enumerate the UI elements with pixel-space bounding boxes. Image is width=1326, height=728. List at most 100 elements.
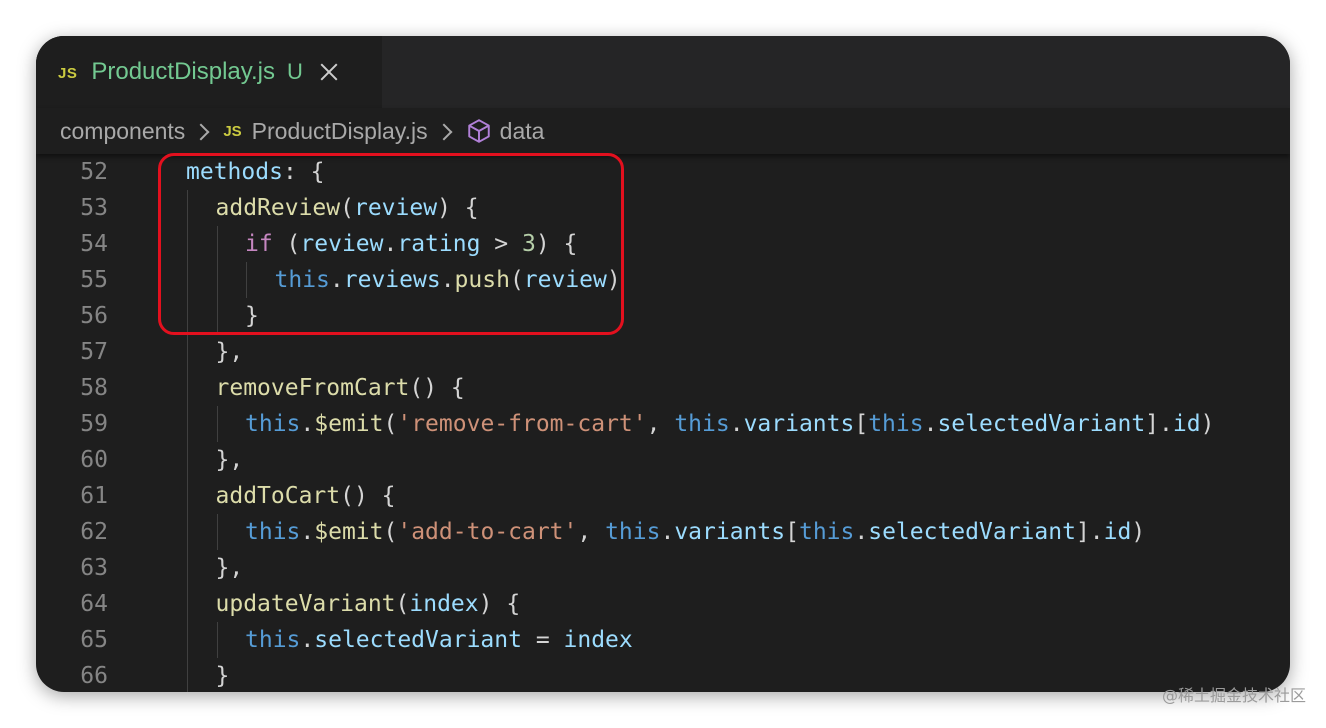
code-line[interactable]: 65 this.selectedVariant = index <box>36 622 1290 658</box>
line-number: 57 <box>80 339 108 365</box>
code-line[interactable]: 64 updateVariant(index) { <box>36 586 1290 622</box>
code-line[interactable]: 58 removeFromCart() { <box>36 370 1290 406</box>
indent-guide <box>187 190 188 226</box>
code-token: ) { <box>478 591 521 617</box>
code-token: . <box>300 411 315 437</box>
code-token: this <box>674 411 730 437</box>
code-token: }, <box>215 447 244 473</box>
code-token: removeFromCart <box>215 375 410 401</box>
code-line[interactable]: 62 this.$emit('add-to-cart', this.variant… <box>36 514 1290 550</box>
line-number: 53 <box>80 195 108 221</box>
code-text: }, <box>216 334 244 370</box>
tab-product-display[interactable]: JS ProductDisplay.js U <box>36 36 382 108</box>
code-token: updateVariant <box>215 591 396 617</box>
code-token: this <box>868 411 924 437</box>
code-line[interactable]: 54 if (review.rating > 3) { <box>36 226 1290 262</box>
line-number: 60 <box>80 447 108 473</box>
code-token: ) <box>1131 519 1146 545</box>
line-number: 56 <box>80 303 108 329</box>
code-token: ( <box>340 195 354 221</box>
code-token: , <box>577 519 606 545</box>
indent-guide <box>187 550 188 586</box>
code-editor[interactable]: 52 methods: {53 addReview(review) {54 if (r… <box>36 154 1290 692</box>
close-icon[interactable] <box>319 62 339 82</box>
line-number: 55 <box>80 267 108 293</box>
code-token: addReview <box>215 195 341 221</box>
code-token: rating <box>397 231 481 257</box>
code-token: 'remove-from-cart' <box>397 411 647 437</box>
code-token: this <box>274 267 330 293</box>
code-line[interactable]: 66} <box>36 658 1290 692</box>
code-token: if <box>245 231 273 257</box>
breadcrumb-file[interactable]: ProductDisplay.js <box>252 118 428 145</box>
code-text: addToCart() { <box>216 478 396 514</box>
line-number: 65 <box>80 627 108 653</box>
code-token: ) <box>606 267 621 293</box>
code-token: ) { <box>437 195 479 221</box>
code-text: addReview(review) { <box>216 190 479 226</box>
indent-guide <box>187 622 188 658</box>
code-token: , <box>646 411 675 437</box>
indent-guide <box>187 658 188 692</box>
line-number: 52 <box>80 159 108 185</box>
code-token: }, <box>215 339 244 365</box>
code-line[interactable]: 52 methods: { <box>36 154 1290 190</box>
code-line[interactable]: 61 addToCart() { <box>36 478 1290 514</box>
code-text: removeFromCart() { <box>216 370 465 406</box>
code-line[interactable]: 56} <box>36 298 1290 334</box>
code-line[interactable]: 53 addReview(review) { <box>36 190 1290 226</box>
breadcrumb-folder[interactable]: components <box>60 118 185 145</box>
code-token: this <box>245 411 301 437</box>
code-token: . <box>729 411 744 437</box>
code-token: : { <box>282 159 325 185</box>
code-token: selectedVariant <box>868 519 1076 545</box>
code-text: } <box>245 298 259 334</box>
code-token: selectedVariant <box>937 411 1146 437</box>
code-token: ) <box>1200 411 1215 437</box>
code-token: ( <box>509 267 524 293</box>
indent-guide <box>246 262 247 298</box>
code-token: 3 <box>522 231 536 257</box>
code-token: ]. <box>1075 519 1104 545</box>
code-token: selectedVariant <box>314 627 522 653</box>
code-token: review <box>300 231 384 257</box>
indent-guide <box>216 406 218 442</box>
indent-guide <box>216 514 218 550</box>
code-text: this.reviews.push(review) <box>275 262 621 298</box>
code-token: . <box>440 267 455 293</box>
indent-guide <box>216 298 218 334</box>
code-line[interactable]: 59 this.$emit('remove-from-cart', this.va… <box>36 406 1290 442</box>
code-token: index <box>409 591 479 617</box>
code-token: . <box>329 267 344 293</box>
code-token: [ <box>785 519 799 545</box>
code-text: this.$emit('add-to-cart', this.variants[… <box>245 514 1145 550</box>
code-token: ( <box>383 519 398 545</box>
indent-guide <box>187 334 188 370</box>
code-token: review <box>523 267 607 293</box>
code-token: addToCart <box>215 483 341 509</box>
code-token: ( <box>272 231 301 257</box>
code-token: ]. <box>1145 411 1173 437</box>
code-token: id <box>1172 411 1201 437</box>
code-line[interactable]: 60}, <box>36 442 1290 478</box>
code-token: this <box>245 627 301 653</box>
indent-guide <box>216 226 218 262</box>
indent-guide <box>216 262 218 298</box>
breadcrumb-symbol[interactable]: data <box>500 118 545 145</box>
code-line[interactable]: 57}, <box>36 334 1290 370</box>
code-token: ( <box>383 411 398 437</box>
code-text: methods: { <box>186 154 324 190</box>
code-token: review <box>353 195 438 221</box>
code-text: updateVariant(index) { <box>216 586 521 622</box>
code-token: index <box>563 627 633 653</box>
code-token: reviews <box>343 267 441 293</box>
js-file-icon: JS <box>223 122 242 140</box>
code-line[interactable]: 63}, <box>36 550 1290 586</box>
editor-window: JS ProductDisplay.js U components JS Pro… <box>36 36 1290 692</box>
code-line[interactable]: 55 this.reviews.push(review) <box>36 262 1290 298</box>
code-token: this <box>798 519 855 545</box>
code-token: this <box>605 519 661 545</box>
code-token: id <box>1103 519 1132 545</box>
line-number: 58 <box>80 375 108 401</box>
line-number: 66 <box>80 663 108 689</box>
